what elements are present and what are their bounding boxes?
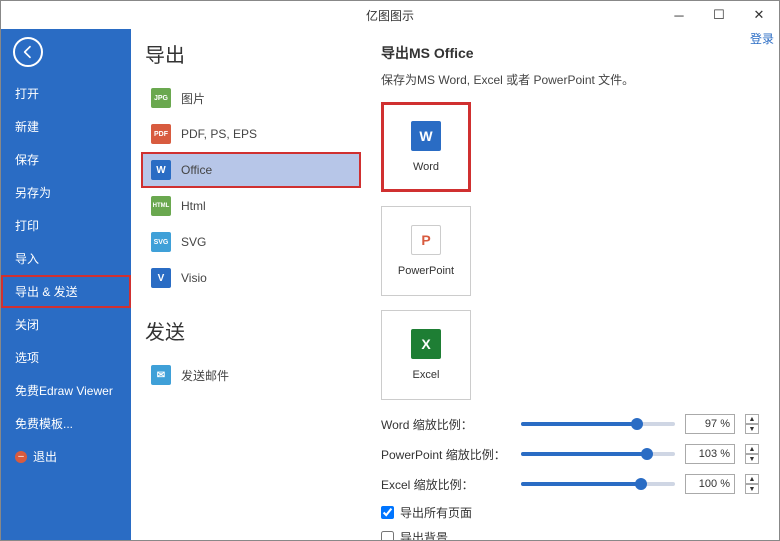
exit-icon: – [15, 451, 27, 463]
ppt-zoom-value[interactable]: 103 % [685, 444, 735, 464]
arrow-left-icon [20, 44, 36, 60]
export-item-label: Html [181, 199, 206, 213]
setting-label: Excel 缩放比例： [381, 476, 511, 493]
detail-panel: 导出MS Office 保存为MS Word, Excel 或者 PowerPo… [361, 29, 779, 540]
excel-zoom-spinner[interactable]: ▲▼ [745, 474, 759, 494]
sidebar-item-options[interactable]: 选项 [1, 341, 131, 374]
export-heading: 导出 [141, 39, 361, 68]
tile-label: Word [413, 161, 439, 173]
login-link[interactable]: 登录 [750, 30, 774, 47]
checkbox[interactable] [381, 506, 394, 519]
export-item-html[interactable]: HTML Html [141, 188, 361, 224]
ppt-zoom-spinner[interactable]: ▲▼ [745, 444, 759, 464]
tile-word[interactable]: W Word [381, 102, 471, 192]
send-item-label: 发送邮件 [181, 367, 229, 384]
tile-label: PowerPoint [398, 265, 454, 277]
ppt-zoom-slider[interactable] [521, 452, 675, 456]
word-zoom-value[interactable]: 97 % [685, 414, 735, 434]
setting-label: Word 缩放比例： [381, 416, 511, 433]
excel-zoom-value[interactable]: 100 % [685, 474, 735, 494]
spin-up-icon[interactable]: ▲ [745, 414, 759, 424]
sidebar-item-save[interactable]: 保存 [1, 143, 131, 176]
spin-up-icon[interactable]: ▲ [745, 444, 759, 454]
maximize-button[interactable]: ☐ [699, 1, 739, 29]
checkbox[interactable] [381, 531, 394, 540]
spin-down-icon[interactable]: ▼ [745, 424, 759, 434]
export-item-label: SVG [181, 235, 206, 249]
sidebar-item-export-send[interactable]: 导出 & 发送 [1, 275, 131, 308]
setting-label: PowerPoint 缩放比例： [381, 446, 511, 463]
email-icon: ✉ [151, 365, 171, 385]
export-item-label: Visio [181, 271, 207, 285]
sidebar-item-exit[interactable]: – 退出 [1, 440, 131, 473]
spin-down-icon[interactable]: ▼ [745, 454, 759, 464]
sidebar-item-print[interactable]: 打印 [1, 209, 131, 242]
send-item-email[interactable]: ✉ 发送邮件 [141, 357, 361, 393]
sidebar-item-templates[interactable]: 免费模板... [1, 407, 131, 440]
sidebar-item-saveas[interactable]: 另存为 [1, 176, 131, 209]
detail-description: 保存为MS Word, Excel 或者 PowerPoint 文件。 [381, 71, 759, 88]
spin-down-icon[interactable]: ▼ [745, 484, 759, 494]
check-label: 导出背景 [400, 529, 448, 540]
export-item-image[interactable]: JPG 图片 [141, 80, 361, 116]
check-label: 导出所有页面 [400, 504, 472, 521]
svg-icon: SVG [151, 232, 171, 252]
detail-heading: 导出MS Office [381, 43, 759, 63]
html-icon: HTML [151, 196, 171, 216]
pdf-icon: PDF [151, 124, 171, 144]
export-item-label: PDF, PS, EPS [181, 127, 257, 141]
check-export-background[interactable]: 导出背景 [381, 529, 759, 540]
export-list-panel: 导出 JPG 图片 PDF PDF, PS, EPS W Office HTML… [131, 29, 361, 540]
excel-icon: X [411, 329, 441, 359]
export-item-label: 图片 [181, 90, 205, 107]
word-icon: W [411, 121, 441, 151]
sidebar-item-open[interactable]: 打开 [1, 77, 131, 110]
tile-excel[interactable]: X Excel [381, 310, 471, 400]
check-export-all-pages[interactable]: 导出所有页面 [381, 504, 759, 521]
sidebar-item-viewer[interactable]: 免费Edraw Viewer [1, 374, 131, 407]
sidebar-item-label: 退出 [33, 448, 57, 465]
window-title: 亿图图示 [366, 7, 414, 24]
tile-powerpoint[interactable]: P PowerPoint [381, 206, 471, 296]
visio-icon: V [151, 268, 171, 288]
excel-zoom-slider[interactable] [521, 482, 675, 486]
setting-ppt-zoom: PowerPoint 缩放比例： 103 % ▲▼ [381, 444, 759, 464]
export-item-office[interactable]: W Office [141, 152, 361, 188]
spin-up-icon[interactable]: ▲ [745, 474, 759, 484]
sidebar-item-import[interactable]: 导入 [1, 242, 131, 275]
close-button[interactable]: ✕ [739, 1, 779, 29]
jpg-icon: JPG [151, 88, 171, 108]
sidebar-item-new[interactable]: 新建 [1, 110, 131, 143]
word-zoom-slider[interactable] [521, 422, 675, 426]
send-heading: 发送 [141, 316, 361, 345]
sidebar: 打开 新建 保存 另存为 打印 导入 导出 & 发送 关闭 选项 免费Edraw… [1, 29, 131, 540]
word-zoom-spinner[interactable]: ▲▼ [745, 414, 759, 434]
setting-excel-zoom: Excel 缩放比例： 100 % ▲▼ [381, 474, 759, 494]
tile-label: Excel [413, 369, 440, 381]
export-item-label: Office [181, 163, 212, 177]
export-item-pdf[interactable]: PDF PDF, PS, EPS [141, 116, 361, 152]
sidebar-item-close[interactable]: 关闭 [1, 308, 131, 341]
export-item-svg[interactable]: SVG SVG [141, 224, 361, 260]
setting-word-zoom: Word 缩放比例： 97 % ▲▼ [381, 414, 759, 434]
powerpoint-icon: P [411, 225, 441, 255]
back-button[interactable] [13, 37, 43, 67]
minimize-button[interactable]: ─ [659, 1, 699, 29]
export-item-visio[interactable]: V Visio [141, 260, 361, 296]
word-icon: W [151, 160, 171, 180]
